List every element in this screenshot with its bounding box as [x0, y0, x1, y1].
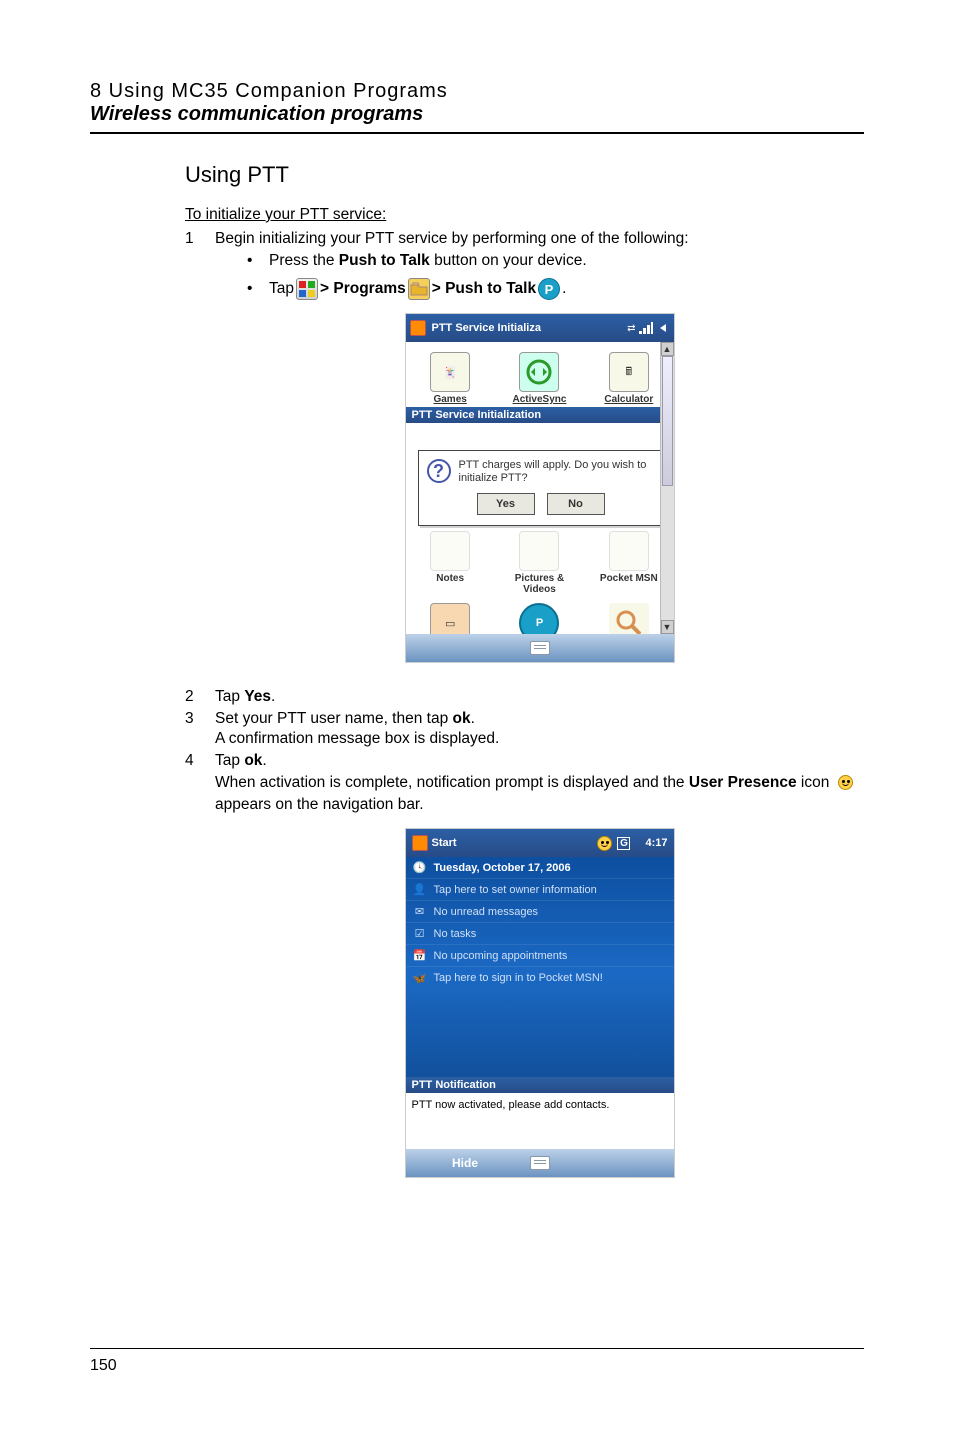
- confirmation-dialog: ? PTT charges will apply. Do you wish to…: [418, 450, 664, 526]
- step-text: Tap Yes.: [215, 688, 864, 706]
- start-label[interactable]: Start: [432, 837, 457, 849]
- start-flag-icon: [410, 320, 426, 336]
- search-icon[interactable]: [609, 603, 649, 634]
- section-heading: Using PTT: [185, 162, 864, 188]
- sip-bar[interactable]: [406, 634, 674, 662]
- today-owner-row[interactable]: 👤Tap here to set owner information: [406, 879, 674, 901]
- calendar-icon: 📅: [412, 948, 428, 964]
- clock: 4:17: [645, 837, 667, 849]
- hide-softkey[interactable]: Hide: [406, 1156, 525, 1170]
- header-section: Wireless communication programs: [90, 103, 864, 126]
- dialog-title-bar: PTT Service Initialization: [406, 407, 674, 423]
- today-tasks-row[interactable]: ☑No tasks: [406, 923, 674, 945]
- page-footer: 150: [90, 1348, 864, 1375]
- step-number: 3: [185, 710, 215, 728]
- msn-icon: 🦋: [412, 970, 428, 986]
- step-number: 1: [185, 230, 215, 248]
- user-presence-icon: [836, 773, 856, 793]
- start-icon: [296, 278, 318, 300]
- tasks-icon: ☑: [412, 926, 428, 942]
- powerpoint-icon[interactable]: ▭: [430, 603, 470, 634]
- screenshot-ptt-init-dialog: PTT Service Initializa ⇄ 🃏Games ActiveSy…: [406, 314, 674, 662]
- today-messages-row[interactable]: ✉No unread messages: [406, 901, 674, 923]
- bullet-text: Tap > Programs > Push to Talk: [269, 278, 566, 300]
- no-button[interactable]: No: [547, 493, 605, 515]
- today-msn-row[interactable]: 🦋Tap here to sign in to Pocket MSN!: [406, 967, 674, 989]
- sub-heading: To initialize your PTT service:: [185, 206, 864, 224]
- keyboard-icon[interactable]: [530, 1156, 550, 1170]
- window-title: PTT Service Initializa: [432, 322, 541, 334]
- step-subtext: A confirmation message box is displayed.: [215, 730, 864, 748]
- scroll-thumb[interactable]: [662, 356, 673, 486]
- notification-title: PTT Notification: [406, 1077, 674, 1093]
- games-icon[interactable]: 🃏: [430, 352, 470, 392]
- page-header: 8 Using MC35 Companion Programs Wireless…: [90, 80, 864, 134]
- dialog-message: PTT charges will apply. Do you wish to i…: [459, 459, 655, 485]
- step-text: Set your PTT user name, then tap ok.: [215, 710, 864, 728]
- screenshot-ptt-notification: Start G 4:17 🕓Tuesday, October 17, 2006: [406, 829, 674, 1177]
- page-number: 150: [90, 1357, 117, 1374]
- speaker-icon: [656, 322, 670, 334]
- step-text: Begin initializing your PTT service by p…: [215, 230, 864, 248]
- clock-icon: 🕓: [412, 860, 428, 876]
- step-number: 2: [185, 688, 215, 706]
- keyboard-icon[interactable]: [530, 641, 550, 655]
- signal-icon: [639, 322, 653, 334]
- start-flag-icon: [412, 835, 428, 851]
- push-to-talk-app-icon[interactable]: P: [519, 603, 559, 634]
- pictures-icon[interactable]: [519, 531, 559, 571]
- step-subtext: When activation is complete, notificatio…: [215, 772, 864, 815]
- notes-icon[interactable]: [430, 531, 470, 571]
- yes-button[interactable]: Yes: [477, 493, 535, 515]
- scroll-down-icon[interactable]: ▼: [661, 620, 674, 634]
- scroll-up-icon[interactable]: ▲: [661, 342, 674, 356]
- programs-folder-icon: [408, 278, 430, 300]
- pocket-msn-icon[interactable]: [609, 531, 649, 571]
- activesync-icon[interactable]: [519, 352, 559, 392]
- gprs-icon: G: [617, 837, 630, 850]
- bullet-dot: •: [247, 252, 269, 270]
- svg-text:P: P: [545, 282, 554, 297]
- push-to-talk-icon: P: [538, 278, 560, 300]
- owner-icon: 👤: [412, 882, 428, 898]
- bullet-dot: •: [247, 280, 269, 298]
- mail-icon: ✉: [412, 904, 428, 920]
- user-presence-status-icon: [597, 836, 612, 851]
- bullet-text: Press the Push to Talk button on your de…: [269, 252, 587, 270]
- question-icon: ?: [427, 459, 451, 483]
- step-number: 4: [185, 752, 215, 770]
- step-text: Tap ok.: [215, 752, 864, 770]
- calculator-icon[interactable]: 🖩: [609, 352, 649, 392]
- scrollbar[interactable]: ▲ ▼: [660, 342, 674, 634]
- today-appointments-row[interactable]: 📅No upcoming appointments: [406, 945, 674, 967]
- ptt-notification-panel: PTT Notification PTT now activated, plea…: [406, 1077, 674, 1149]
- notification-body: PTT now activated, please add contacts.: [406, 1093, 674, 1149]
- status-icons: ⇄: [627, 322, 669, 334]
- today-date-row[interactable]: 🕓Tuesday, October 17, 2006: [406, 857, 674, 879]
- header-chapter: 8 Using MC35 Companion Programs: [90, 80, 864, 103]
